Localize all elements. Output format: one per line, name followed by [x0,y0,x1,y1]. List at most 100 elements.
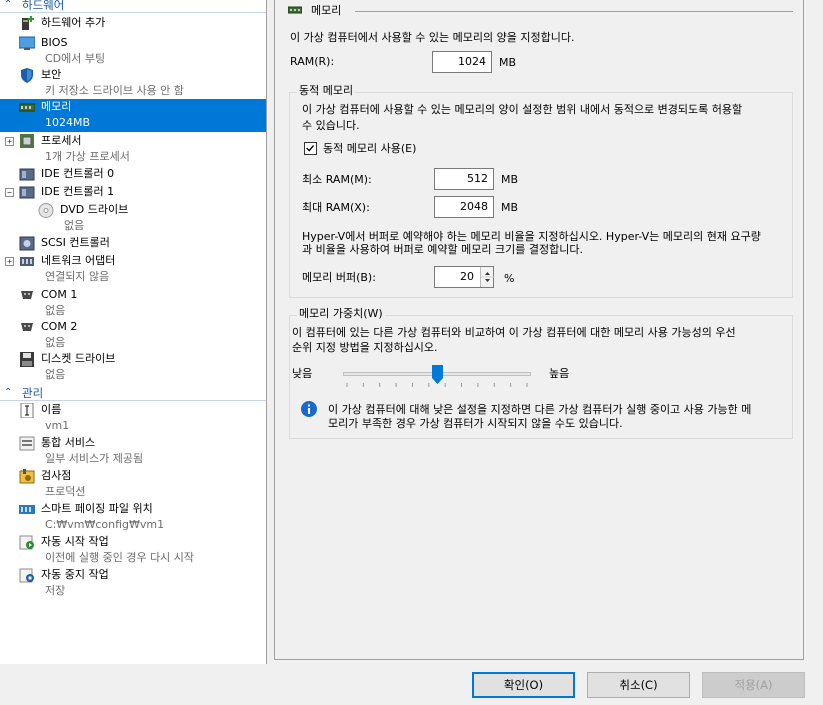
floppy-disk-icon [20,352,34,367]
management-section-header[interactable]: ⌃ 관리 [0,385,266,401]
tree-item-detail: C:₩vm₩config₩vm1 [45,518,165,531]
dvd-disc-icon [38,203,54,218]
memory-weight-slider[interactable] [343,363,531,389]
tree-item-label: DVD 드라이브 [60,203,129,216]
tree-item-detail: vm1 [45,419,70,432]
ram-input[interactable]: 1024 [432,51,492,73]
tree-item-detail: 연결되지 않음 [45,270,110,283]
monitor-icon [19,36,35,50]
ok-button[interactable]: 확인(O) [472,672,575,698]
checkpoint-icon [19,469,35,484]
dynamic-memory-desc-line1: 이 가상 컴퓨터에 사용할 수 있는 메모리의 양이 설정한 범위 내에서 동적… [302,103,743,116]
tree-item-bios[interactable]: BIOS CD에서 부팅 [0,35,266,67]
tree-item-detail: 없음 [45,368,66,381]
settings-tree: ⌃ 하드웨어 하드웨어 추가 BIOS CD에서 부팅 보안 키 저장소 드라이… [0,0,267,664]
tree-item-name[interactable]: 이름 vm1 [0,402,266,434]
header-divider [355,11,793,12]
weight-low-label: 낮음 [292,367,313,380]
tree-item-detail: 키 저장소 드라이브 사용 안 함 [45,84,184,97]
tree-item-label: 디스켓 드라이브 [41,352,116,365]
memory-settings-panel: 메모리 이 가상 컴퓨터에서 사용할 수 있는 메모리의 양을 지정합니다. R… [274,0,804,660]
tree-item-detail: 없음 [45,304,66,317]
tree-item-detail: 일부 서비스가 제공됨 [45,452,144,465]
tree-item-diskette-drive[interactable]: 디스켓 드라이브 없음 [0,351,266,383]
expand-icon[interactable]: + [5,137,14,146]
dynamic-memory-checkbox[interactable] [304,142,317,155]
tree-item-scsi-controller[interactable]: SCSI 컨트롤러 [0,235,266,252]
slider-thumb[interactable] [431,365,443,384]
min-ram-label: 최소 RAM(M): [302,173,372,186]
collapse-chevron-icon: ⌃ [4,0,13,10]
ide-controller-icon [19,186,35,199]
tree-item-detail: 없음 [45,336,66,349]
dynamic-memory-title: 동적 메모리 [297,84,356,98]
tree-item-label: 통합 서비스 [41,436,96,449]
collapse-icon[interactable]: − [5,188,14,197]
tree-item-label: 하드웨어 추가 [41,16,106,29]
memory-weight-desc-line1: 이 컴퓨터에 있는 다른 가상 컴퓨터와 비교하여 이 가상 컴퓨터에 대한 메… [292,326,736,339]
memory-weight-title: 메모리 가중치(W) [297,307,385,321]
tree-item-detail: 저장 [45,584,66,597]
tree-item-com1[interactable]: COM 1 없음 [0,287,266,319]
apply-button[interactable]: 적용(A) [702,672,805,698]
tree-item-processor[interactable]: + 프로세서 1개 가상 프로세서 [0,133,266,165]
dynamic-memory-group [289,92,793,298]
dynamic-memory-checkbox-label[interactable]: 동적 메모리 사용(E) [323,141,416,156]
tree-item-com2[interactable]: COM 2 없음 [0,319,266,351]
tree-item-checkpoints[interactable]: 검사점 프로덕션 [0,468,266,500]
tree-item-label: BIOS [41,36,68,49]
tree-item-detail: 없음 [64,219,85,232]
tree-item-label: 보안 [41,68,62,81]
tree-item-network-adapter[interactable]: + 네트워크 어댑터 연결되지 않음 [0,253,266,285]
tree-item-label: 이름 [41,403,62,416]
info-icon [301,401,317,417]
hardware-section-header[interactable]: ⌃ 하드웨어 [0,0,266,13]
expand-icon[interactable]: + [5,257,14,266]
tree-item-dvd-drive[interactable]: DVD 드라이브 없음 [0,202,266,234]
tree-item-auto-start[interactable]: 자동 시작 작업 이전에 실행 중인 경우 다시 시작 [0,534,266,566]
paging-file-icon [19,505,35,514]
tree-item-security[interactable]: 보안 키 저장소 드라이브 사용 안 함 [0,67,266,99]
tree-item-ide-controller-1[interactable]: − IDE 컨트롤러 1 [0,184,266,201]
com-port-icon [21,291,33,299]
tree-item-label: COM 2 [41,320,78,333]
panel-header-title: 메모리 [311,4,342,17]
tree-item-auto-stop[interactable]: 자동 중지 작업 저장 [0,567,266,599]
processor-icon [20,134,34,148]
memory-buffer-spinner[interactable] [480,267,494,287]
tree-item-label: 스마트 페이징 파일 위치 [41,502,153,515]
tree-item-memory[interactable]: 메모리 1024MB [0,99,266,132]
tree-item-detail: 프로덕션 [45,485,86,498]
text-cursor-icon [20,403,34,418]
collapse-chevron-icon: ⌃ [4,387,13,398]
memory-buffer-label: 메모리 버퍼(B): [302,271,376,284]
tree-item-detail: 이전에 실행 중인 경우 다시 시작 [45,551,195,564]
tree-item-integration-services[interactable]: 통합 서비스 일부 서비스가 제공됨 [0,435,266,467]
management-section-label: 관리 [22,386,44,400]
tree-item-ide-controller-0[interactable]: IDE 컨트롤러 0 [0,166,266,183]
memory-chip-icon [288,6,302,14]
tree-item-detail: CD에서 부팅 [45,52,106,65]
tree-item-label: 자동 시작 작업 [41,535,109,548]
tree-item-label: IDE 컨트롤러 0 [41,167,115,180]
add-hardware-icon [22,16,34,30]
checkmark-icon [306,145,314,152]
tree-item-detail: 1개 가상 프로세서 [45,150,130,163]
tree-item-smart-paging[interactable]: 스마트 페이징 파일 위치 C:₩vm₩config₩vm1 [0,501,266,533]
tree-item-add-hardware[interactable]: 하드웨어 추가 [0,15,266,32]
memory-description: 이 가상 컴퓨터에서 사용할 수 있는 메모리의 양을 지정합니다. [290,31,575,44]
hardware-section-label: 하드웨어 [22,0,65,12]
max-ram-input[interactable]: 2048 [434,196,494,218]
min-ram-input[interactable]: 512 [434,168,494,190]
auto-start-icon [19,535,34,550]
dynamic-memory-desc-line2: 수 있습니다. [302,119,360,132]
network-adapter-icon [20,257,34,266]
shield-icon [21,68,33,83]
cancel-button[interactable]: 취소(C) [587,672,690,698]
max-ram-label: 최대 RAM(X): [302,201,370,214]
ram-unit: MB [499,56,517,69]
ide-controller-icon [19,168,35,181]
info-text-line1: 이 가상 컴퓨터에 대해 낮은 설정을 지정하면 다른 가상 컴퓨터가 실행 중… [328,403,752,416]
tree-item-label: 자동 중지 작업 [41,568,109,581]
com-port-icon [21,323,33,331]
